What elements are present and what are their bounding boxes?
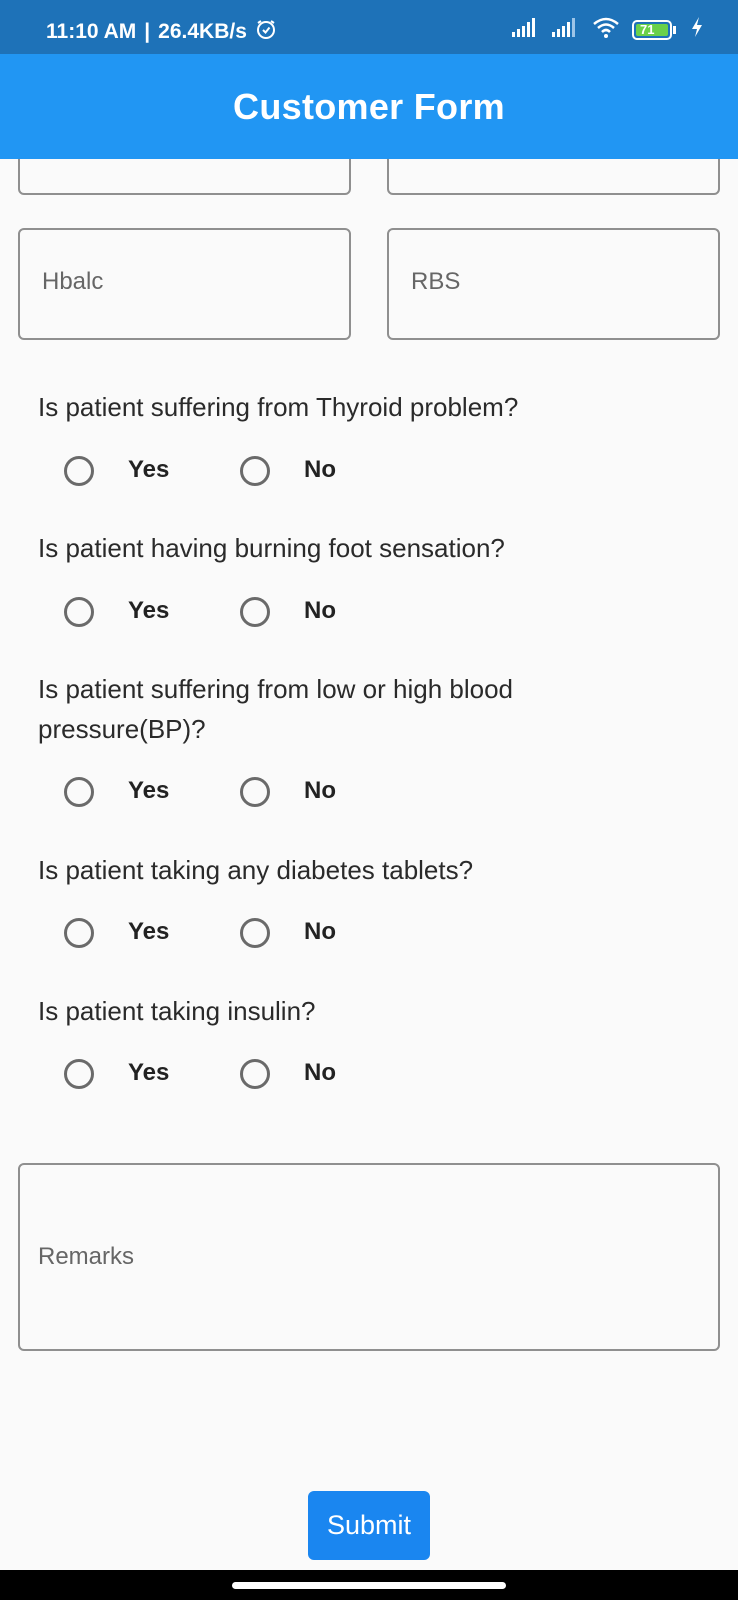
radio-burning-foot-no[interactable] xyxy=(240,597,270,627)
question-thyroid: Is patient suffering from Thyroid proble… xyxy=(38,392,519,422)
radio-blood-pressure-no[interactable] xyxy=(240,777,270,807)
radio-blood-pressure-yes[interactable] xyxy=(64,777,94,807)
radio-diabetes-tablets-no[interactable] xyxy=(240,918,270,948)
radio-thyroid-no[interactable] xyxy=(240,456,270,486)
radio-label-no[interactable]: No xyxy=(304,1059,336,1087)
status-speed: 26.4KB/s xyxy=(158,20,247,43)
status-right: 71 xyxy=(512,16,704,43)
rbs-placeholder: RBS xyxy=(411,268,461,295)
question-burning-foot: Is patient having burning foot sensation… xyxy=(38,533,505,563)
remarks-input[interactable]: Remarks xyxy=(18,1163,720,1351)
rbs-input[interactable]: RBS xyxy=(387,228,720,340)
radio-label-yes[interactable]: Yes xyxy=(128,777,169,805)
question-blood-pressure: Is patient suffering from low or high bl… xyxy=(38,674,514,744)
remarks-placeholder: Remarks xyxy=(38,1243,135,1270)
navigation-bar xyxy=(0,1570,738,1600)
radio-diabetes-tablets-yes[interactable] xyxy=(64,918,94,948)
page-title-cover: Customer Form xyxy=(233,85,505,127)
signal-icon xyxy=(512,17,540,42)
radio-label-yes[interactable]: Yes xyxy=(128,918,169,946)
alarm-icon xyxy=(255,18,277,46)
radio-label-no[interactable]: No xyxy=(304,597,336,625)
home-indicator[interactable] xyxy=(232,1582,506,1589)
status-bar: 11:10 AM | 26.4KB/s 71 xyxy=(0,0,738,54)
wifi-icon xyxy=(592,16,620,43)
radio-label-no[interactable]: No xyxy=(304,918,336,946)
status-time: 11:10 AM xyxy=(46,20,137,43)
radio-insulin-no[interactable] xyxy=(240,1059,270,1089)
radio-label-yes[interactable]: Yes xyxy=(128,456,169,484)
charging-icon xyxy=(690,16,704,43)
radio-burning-foot-yes[interactable] xyxy=(64,597,94,627)
question-diabetes-tablets: Is patient taking any diabetes tablets? xyxy=(38,855,474,885)
hba1c-placeholder: Hbalc xyxy=(42,268,104,295)
battery-level: 71 xyxy=(640,21,655,37)
hba1c-input[interactable]: Hbalc xyxy=(18,228,351,340)
battery-icon: 71 xyxy=(632,19,678,41)
radio-label-no[interactable]: No xyxy=(304,456,336,484)
app-bar-cover: Customer Form xyxy=(0,54,738,159)
status-divider: | xyxy=(144,20,151,43)
question-insulin: Is patient taking insulin? xyxy=(38,996,316,1026)
signal-icon xyxy=(552,17,580,42)
radio-label-yes[interactable]: Yes xyxy=(128,597,169,625)
status-left: 11:10 AM | 26.4KB/s xyxy=(46,18,277,46)
radio-thyroid-yes[interactable] xyxy=(64,456,94,486)
radio-insulin-yes[interactable] xyxy=(64,1059,94,1089)
submit-button[interactable]: Submit xyxy=(308,1491,430,1560)
radio-label-no[interactable]: No xyxy=(304,777,336,805)
radio-label-yes[interactable]: Yes xyxy=(128,1059,169,1087)
